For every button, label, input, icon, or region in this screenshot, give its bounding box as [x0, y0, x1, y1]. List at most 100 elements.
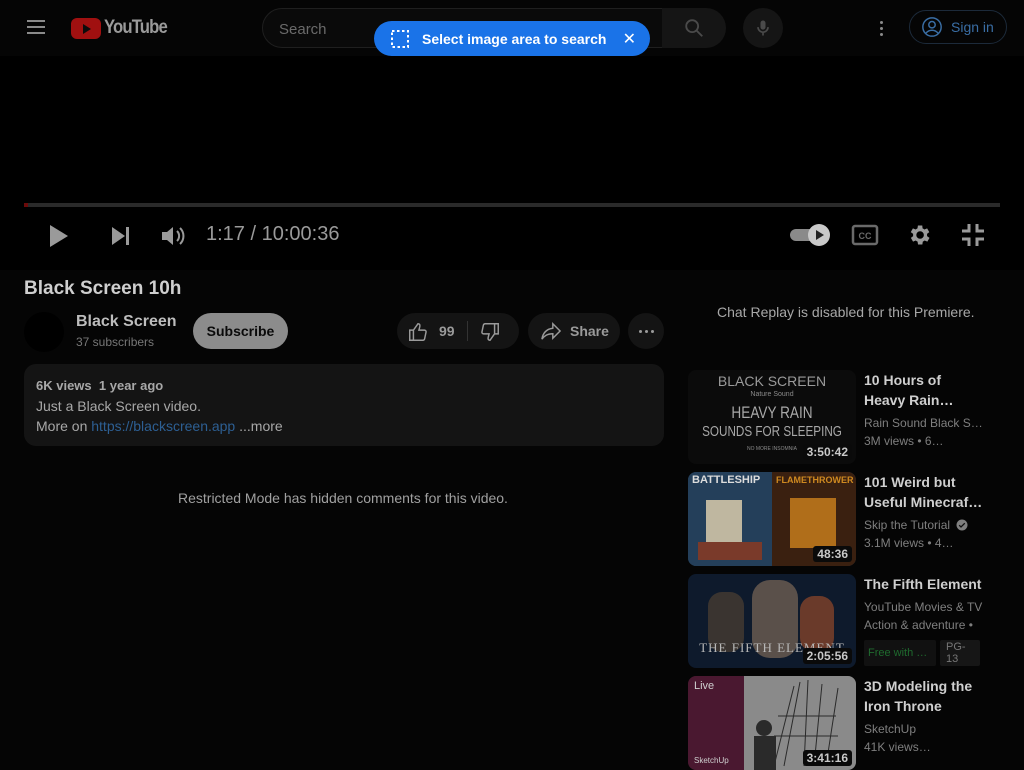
video-thumbnail[interactable]: BLACK SCREEN Nature Sound HEAVY RAIN SOU…: [688, 370, 856, 464]
video-meta: 3M views • 6…: [864, 434, 944, 448]
channel-avatar[interactable]: [24, 312, 64, 352]
video-duration: 48:36: [813, 546, 852, 562]
svg-text:CC: CC: [859, 231, 872, 241]
subscribe-button[interactable]: Subscribe: [193, 313, 288, 349]
free-badge: Free with …: [864, 640, 936, 666]
share-icon: [541, 321, 562, 341]
description-link[interactable]: https://blackscreen.app: [91, 418, 235, 434]
video-thumbnail[interactable]: THE FIFTH ELEMENT 2:05:56: [688, 574, 856, 668]
video-meta: 41K views…: [864, 740, 931, 754]
volume-button[interactable]: [156, 220, 190, 252]
exit-fullscreen-button[interactable]: [958, 220, 988, 250]
like-divider: [467, 321, 468, 341]
show-more-link[interactable]: ...more: [239, 418, 283, 434]
description-meta: 6K views 1 year ago: [36, 378, 163, 393]
youtube-play-icon: [71, 17, 101, 39]
channel-label: Skip the Tutorial: [864, 518, 951, 532]
menu-icon[interactable]: [24, 16, 48, 40]
video-title-link[interactable]: 10 Hours of Heavy Rain…: [864, 370, 984, 410]
fullscreen-exit-icon: [962, 224, 984, 246]
description-prefix: More on: [36, 418, 88, 434]
description-box[interactable]: 6K views 1 year ago Just a Black Screen …: [24, 364, 664, 446]
play-button[interactable]: [42, 220, 74, 252]
verified-icon: [956, 519, 968, 531]
voice-search-button[interactable]: [743, 8, 783, 48]
description-line: Just a Black Screen video.: [36, 398, 201, 414]
channel-name[interactable]: Skip the Tutorial: [864, 518, 968, 532]
thumbnail-text: SOUNDS FOR SLEEPING: [702, 423, 842, 440]
like-button[interactable]: 99: [407, 321, 467, 343]
progress-fill: [24, 203, 28, 207]
sign-in-label: Sign in: [951, 19, 994, 35]
title-line: Iron Throne: [864, 698, 942, 714]
thumb-up-icon: [409, 323, 427, 341]
channel-name[interactable]: Rain Sound Black S…: [864, 416, 983, 430]
share-label: Share: [570, 323, 609, 339]
recommended-video[interactable]: BATTLESHIP FLAMETHROWER 48:36 101 Weird …: [688, 472, 1008, 566]
title-line: Heavy Rain…: [864, 392, 954, 408]
llama-shape: [706, 500, 742, 546]
thumbnail-text: FLAMETHROWER: [776, 475, 854, 485]
rating-badge: PG-13: [940, 640, 980, 666]
chat-replay-notice: Chat Replay is disabled for this Premier…: [717, 304, 975, 320]
share-button[interactable]: Share: [528, 313, 620, 349]
video-duration: 2:05:56: [802, 648, 852, 664]
like-dislike-bar: 99: [397, 313, 519, 349]
video-title-link[interactable]: 3D Modeling the Iron Throne: [864, 676, 994, 716]
dislike-button[interactable]: [479, 321, 503, 343]
search-icon: [685, 19, 703, 37]
channel-name[interactable]: Black Screen: [76, 313, 177, 331]
thumbnail-left-panel: [688, 472, 772, 566]
autoplay-toggle-icon: [790, 224, 830, 246]
blaze-shape: [790, 498, 836, 548]
skip-next-icon: [112, 227, 129, 245]
progress-bar[interactable]: [24, 203, 1000, 207]
search-button[interactable]: [662, 8, 726, 48]
play-icon: [50, 225, 68, 247]
thumb-down-icon: [481, 323, 499, 341]
youtube-logo[interactable]: YouTube: [71, 15, 175, 41]
recommended-video[interactable]: BLACK SCREEN Nature Sound HEAVY RAIN SOU…: [688, 370, 1008, 464]
close-icon[interactable]: ✕: [623, 29, 636, 49]
mic-icon: [757, 20, 769, 36]
thumbnail-text: HEAVY RAIN: [731, 403, 813, 422]
account-circle-icon: [922, 17, 942, 37]
closed-captions-icon: CC: [851, 224, 879, 246]
video-title-link[interactable]: 101 Weird but Useful Minecraf…: [864, 472, 984, 512]
description-line-2: More on https://blackscreen.app ...more: [36, 418, 283, 434]
sketchup-watermark: SketchUp: [694, 756, 729, 765]
title-line: 3D Modeling the: [864, 678, 973, 694]
sign-in-button[interactable]: Sign in: [909, 10, 1007, 44]
time-display: 1:17 / 10:00:36: [206, 223, 340, 245]
video-thumbnail[interactable]: BATTLESHIP FLAMETHROWER 48:36: [688, 472, 856, 566]
title-line: The Fifth Element: [864, 576, 982, 592]
more-actions-button[interactable]: [628, 313, 664, 349]
settings-button[interactable]: [903, 220, 935, 250]
thumbnail-text: BLACK SCREEN: [717, 373, 827, 389]
image-search-pill[interactable]: Select image area to search ✕: [374, 21, 650, 56]
next-button[interactable]: [104, 220, 136, 252]
video-thumbnail[interactable]: Live SketchUp 3:41:16: [688, 676, 856, 770]
thumbnail-text: BATTLESHIP: [692, 474, 761, 486]
gear-icon: [910, 225, 930, 245]
autoplay-toggle[interactable]: [788, 222, 832, 248]
channel-name[interactable]: YouTube Movies & TV: [864, 600, 982, 614]
logo-text: YouTube: [104, 17, 168, 38]
subscriber-count: 37 subscribers: [76, 335, 155, 349]
more-vert-icon[interactable]: [869, 16, 893, 40]
restricted-mode-notice: Restricted Mode has hidden comments for …: [178, 490, 508, 506]
video-meta: Action & adventure •: [864, 618, 973, 632]
captions-button[interactable]: CC: [849, 222, 881, 248]
title-line: 10 Hours of: [864, 372, 942, 388]
video-meta: 3.1M views • 4…: [864, 536, 954, 550]
recommended-video[interactable]: Live SketchUp 3:41:16 3D Modeling the Ir…: [688, 676, 1008, 770]
recommended-video[interactable]: THE FIFTH ELEMENT 2:05:56 The Fifth Elem…: [688, 574, 1008, 668]
select-area-icon: [391, 29, 409, 48]
video-duration: 3:50:42: [802, 444, 852, 460]
upload-age: 1 year ago: [98, 378, 164, 393]
channel-name[interactable]: SketchUp: [864, 722, 916, 736]
video-title-link[interactable]: The Fifth Element: [864, 574, 994, 594]
volume-icon: [162, 227, 185, 245]
like-count: 99: [439, 323, 455, 339]
title-line: 101 Weird but: [864, 474, 956, 490]
